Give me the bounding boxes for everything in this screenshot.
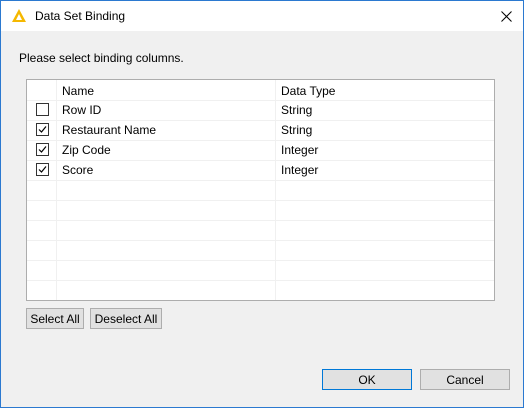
row-checkbox[interactable]: [36, 103, 49, 116]
empty-row: [27, 240, 494, 261]
row-checkbox[interactable]: [36, 143, 49, 156]
columns-table: Name Data Type Row ID String Restaurant …: [26, 79, 495, 301]
row-checkbox[interactable]: [36, 123, 49, 136]
prompt-label: Please select binding columns.: [19, 51, 184, 65]
empty-row: [27, 280, 494, 300]
table-row[interactable]: Zip Code Integer: [27, 140, 494, 161]
ok-button[interactable]: OK: [322, 369, 412, 390]
dialog-content: Please select binding columns. Name Data…: [1, 31, 523, 407]
empty-row: [27, 180, 494, 201]
row-type: String: [281, 123, 313, 137]
title-bar: Data Set Binding: [1, 1, 523, 31]
deselect-all-button[interactable]: Deselect All: [90, 308, 162, 329]
table-header-row: Name Data Type: [27, 80, 494, 101]
checkmark-icon: [38, 126, 47, 133]
select-all-button[interactable]: Select All: [26, 308, 84, 329]
header-name[interactable]: Name: [62, 84, 94, 98]
cancel-button[interactable]: Cancel: [420, 369, 510, 390]
header-data-type[interactable]: Data Type: [281, 84, 335, 98]
row-name: Restaurant Name: [62, 123, 157, 137]
row-name: Zip Code: [62, 143, 111, 157]
app-logo-icon: [11, 8, 27, 24]
checkmark-icon: [38, 166, 47, 173]
table-row[interactable]: Row ID String: [27, 100, 494, 121]
row-type: String: [281, 103, 313, 117]
close-icon: [500, 10, 512, 22]
table-row[interactable]: Score Integer: [27, 160, 494, 181]
row-type: Integer: [281, 163, 319, 177]
row-type: Integer: [281, 143, 319, 157]
row-checkbox[interactable]: [36, 163, 49, 176]
row-name: Row ID: [62, 103, 102, 117]
window-title: Data Set Binding: [35, 9, 126, 23]
row-name: Score: [62, 163, 94, 177]
table-row[interactable]: Restaurant Name String: [27, 120, 494, 141]
close-button[interactable]: [489, 1, 523, 31]
empty-row: [27, 200, 494, 221]
dialog-window: Data Set Binding Please select binding c…: [0, 0, 524, 408]
empty-row: [27, 260, 494, 281]
empty-row: [27, 220, 494, 241]
checkmark-icon: [38, 146, 47, 153]
